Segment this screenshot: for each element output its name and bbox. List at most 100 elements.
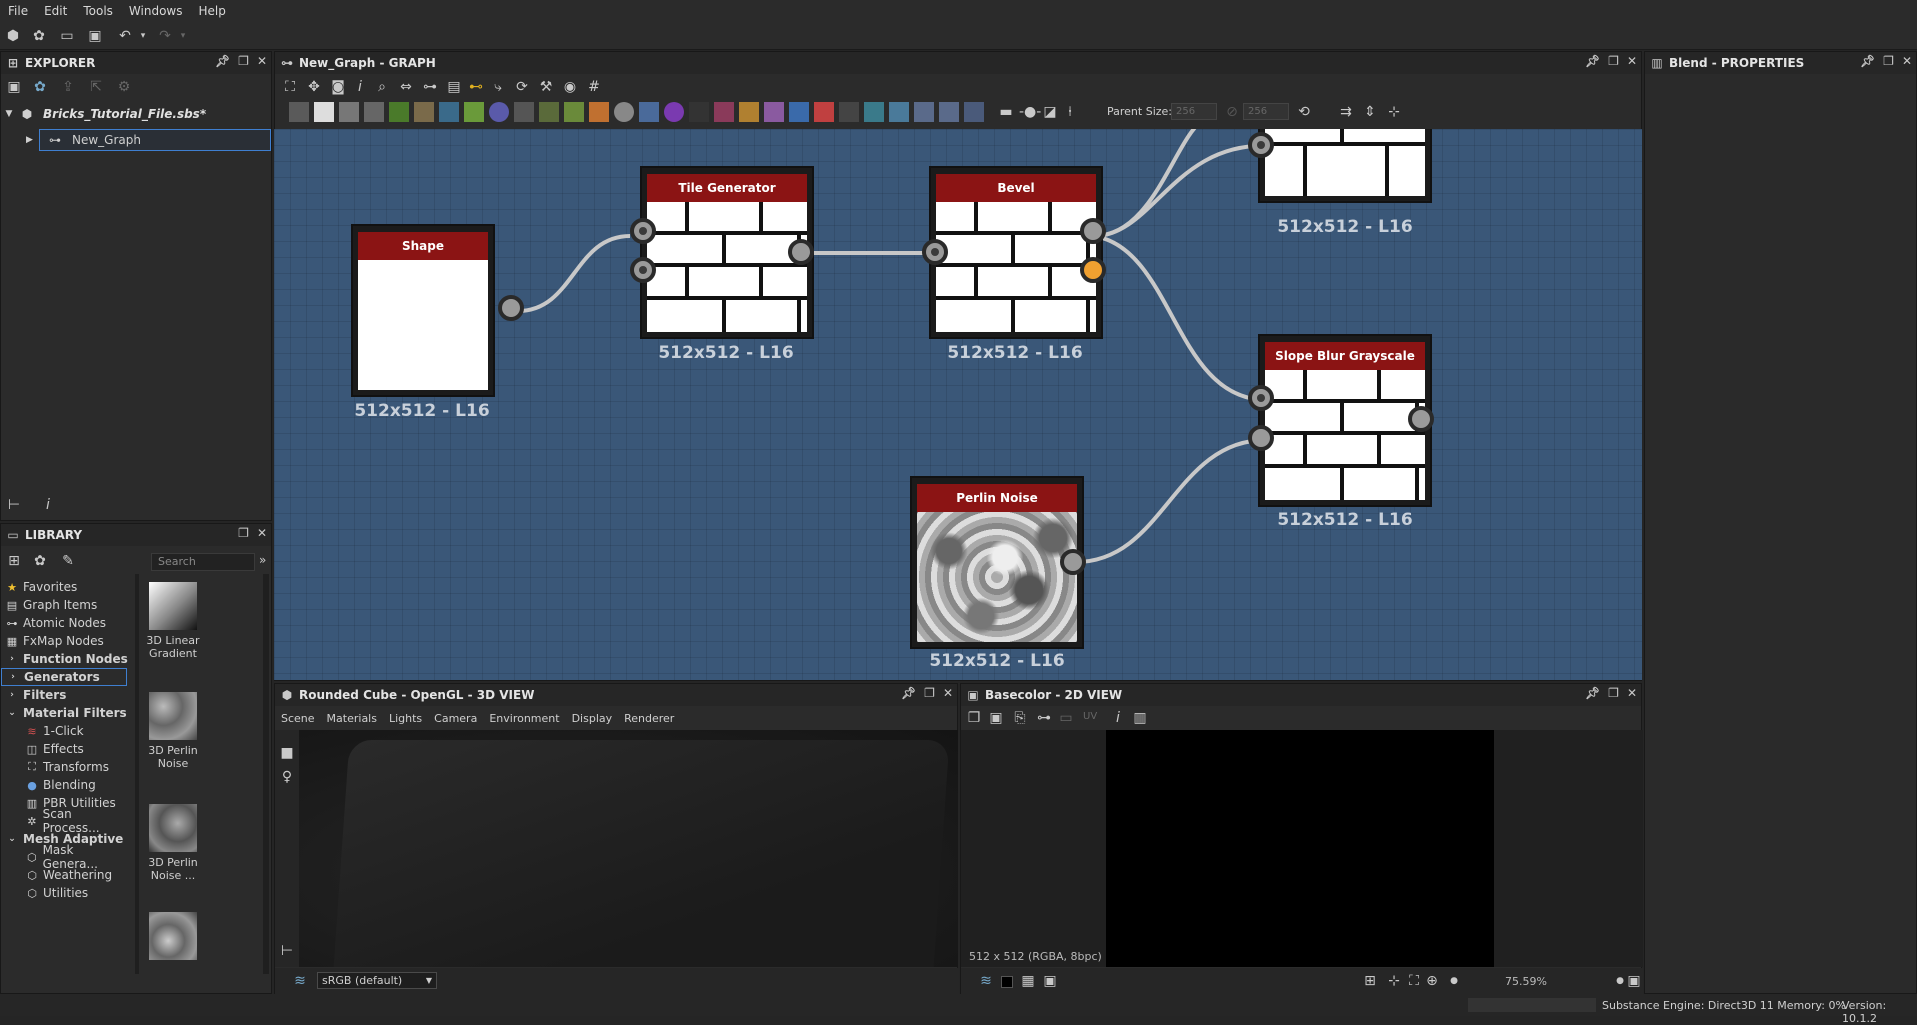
graph-canvas[interactable]: Shape 512x512 - L16 Tile Generator 512x5… — [274, 129, 1642, 680]
pixel-processor-icon[interactable] — [664, 102, 684, 122]
input-port[interactable] — [1248, 385, 1274, 411]
fit-icon[interactable]: ⛶ — [1405, 972, 1423, 990]
library-item-transforms[interactable]: ⛶Transforms — [1, 758, 131, 776]
3d-linear-gradient-thumb[interactable] — [149, 582, 197, 630]
wire-bevel-to-slope[interactable] — [1094, 236, 1266, 400]
info-icon[interactable]: i — [351, 78, 369, 96]
settings-icon[interactable]: ⚙ — [115, 78, 133, 96]
output-port[interactable] — [1408, 406, 1434, 432]
node-top[interactable] — [1258, 129, 1432, 203]
library-item-function-nodes[interactable]: ›Function Nodes — [1, 650, 131, 668]
align-icon[interactable]: ⇔ — [397, 78, 415, 96]
close-icon[interactable]: ✕ — [1627, 686, 1637, 700]
float-icon[interactable]: ❐ — [924, 686, 935, 700]
parent-size-width-select[interactable]: 256 — [1171, 103, 1217, 120]
output-port[interactable] — [1060, 549, 1086, 575]
node-perlin-noise[interactable]: Perlin Noise — [910, 476, 1084, 649]
menu-environment[interactable]: Environment — [489, 712, 559, 725]
save-icon[interactable]: ▣ — [86, 27, 104, 45]
library-item-weathering[interactable]: ⬡Weathering — [1, 866, 131, 884]
fxmap-icon[interactable] — [689, 102, 709, 122]
comment-icon[interactable]: ▤ — [445, 78, 463, 96]
undo-icon[interactable]: ↶ — [116, 27, 134, 45]
close-icon[interactable]: ✕ — [1902, 54, 1912, 68]
close-icon[interactable]: ✕ — [1627, 54, 1637, 68]
tree-package[interactable]: ▼ ⬢ Bricks_Tutorial_File.sbs* — [1, 103, 273, 125]
pin-icon[interactable]: 📌︎ — [1585, 686, 1600, 700]
add-library-icon[interactable]: ✿ — [31, 552, 49, 570]
tools-icon[interactable]: ⚒ — [537, 78, 555, 96]
shape-icon[interactable] — [614, 102, 634, 122]
save-icon[interactable]: ▣ — [5, 78, 23, 96]
3d-perlin-noise-thumb[interactable] — [149, 692, 197, 740]
view-mode-icon[interactable]: ▭ — [1057, 709, 1075, 727]
grid-icon[interactable]: ⊞ — [1361, 972, 1379, 990]
layers-icon[interactable]: ≋ — [977, 972, 995, 990]
library-item-atomic-nodes[interactable]: ⊶Atomic Nodes — [1, 614, 131, 632]
frame-node-icon[interactable]: ◪ — [1041, 103, 1059, 121]
input-port[interactable] — [922, 239, 948, 265]
menu-renderer[interactable]: Renderer — [624, 712, 674, 725]
hierarchy-icon[interactable]: ⊢ — [278, 942, 296, 960]
chevron-down-icon[interactable]: ▼ — [1, 109, 17, 119]
node-bevel[interactable]: Bevel — [929, 166, 1103, 339]
gradient-map-icon[interactable] — [464, 102, 484, 122]
input-icon[interactable] — [789, 102, 809, 122]
float-icon[interactable]: ❐ — [1608, 686, 1619, 700]
menu-tools[interactable]: Tools — [75, 4, 121, 18]
tiling-icon[interactable]: ⊹ — [1385, 972, 1403, 990]
chevron-right-icon[interactable]: ▶ — [26, 135, 33, 145]
library-item-favorites[interactable]: ★Favorites — [1, 578, 131, 596]
uniform-color-icon[interactable] — [314, 102, 334, 122]
float-icon[interactable]: ❐ — [238, 526, 249, 540]
pin-node-icon[interactable]: ⍿ — [1061, 103, 1079, 121]
menu-edit[interactable]: Edit — [36, 4, 75, 18]
route-icon[interactable]: ⤷ — [489, 78, 507, 96]
library-item-mask-generators[interactable]: ⬡Mask Genera... — [1, 848, 131, 866]
comment-icon[interactable]: ▬ — [997, 103, 1015, 121]
dot-icon[interactable] — [964, 102, 984, 122]
float-icon[interactable]: ❐ — [1608, 54, 1619, 68]
library-item-scan-process[interactable]: ✲Scan Process... — [1, 812, 131, 830]
menu-file[interactable]: File — [0, 4, 36, 18]
tree-graph-item[interactable]: ▶ ⊶ New_Graph — [39, 129, 271, 151]
rgb-icon[interactable]: ▣ — [1041, 972, 1059, 990]
lock-icon[interactable]: ▣ — [1625, 972, 1643, 990]
grayscale-icon[interactable] — [864, 102, 884, 122]
library-item-1-click[interactable]: ≋1-Click — [1, 722, 131, 740]
export-icon[interactable]: ⇱ — [87, 78, 105, 96]
menu-camera[interactable]: Camera — [434, 712, 477, 725]
library-item-effects[interactable]: ◫Effects — [1, 740, 131, 758]
3d-perlin-noise-2-thumb[interactable] — [149, 804, 197, 852]
info-icon[interactable]: i — [1109, 709, 1127, 727]
library-item-blending[interactable]: ●Blending — [1, 776, 131, 794]
add-folder-icon[interactable]: ⊞ — [5, 552, 23, 570]
pin-icon[interactable]: 📌︎ — [215, 54, 230, 68]
wire-perlin-to-slope[interactable] — [1076, 440, 1266, 562]
layers-icon[interactable]: ≋ — [291, 972, 309, 990]
distance-icon[interactable] — [589, 102, 609, 122]
publish-icon[interactable]: ✿ — [31, 78, 49, 96]
pin-icon[interactable]: 📌︎ — [901, 686, 916, 700]
layout-icon[interactable]: ⊶ — [421, 78, 439, 96]
3d-viewport[interactable] — [299, 730, 958, 967]
close-icon[interactable]: ✕ — [257, 526, 267, 540]
redo-icon[interactable]: ↷ — [156, 27, 174, 45]
graph-link-icon[interactable]: ⊶ — [1035, 709, 1053, 727]
camera-icon[interactable]: ■ — [278, 744, 296, 762]
open-icon[interactable]: ▭ — [58, 27, 76, 45]
transform-2d-icon[interactable] — [364, 102, 384, 122]
refresh-icon[interactable]: ⟳ — [513, 78, 531, 96]
channel-shuffle-icon[interactable] — [889, 102, 909, 122]
checker-icon[interactable]: ▦ — [1019, 972, 1037, 990]
input-port[interactable] — [630, 218, 656, 244]
redo-dropdown-icon[interactable]: ▾ — [174, 27, 192, 45]
reset-icon[interactable]: ⟲ — [1295, 103, 1313, 121]
pin-icon[interactable]: 📌︎ — [1860, 54, 1875, 68]
library-item-material-filters[interactable]: ⌄Material Filters — [1, 704, 131, 722]
hsl-icon[interactable] — [489, 102, 509, 122]
export-icon[interactable]: ⎘ — [1011, 709, 1029, 727]
tree-scrollbar[interactable] — [135, 574, 139, 974]
zoom-level[interactable]: 75.59% — [1505, 975, 1547, 988]
library-search-input[interactable]: Search — [151, 553, 255, 571]
